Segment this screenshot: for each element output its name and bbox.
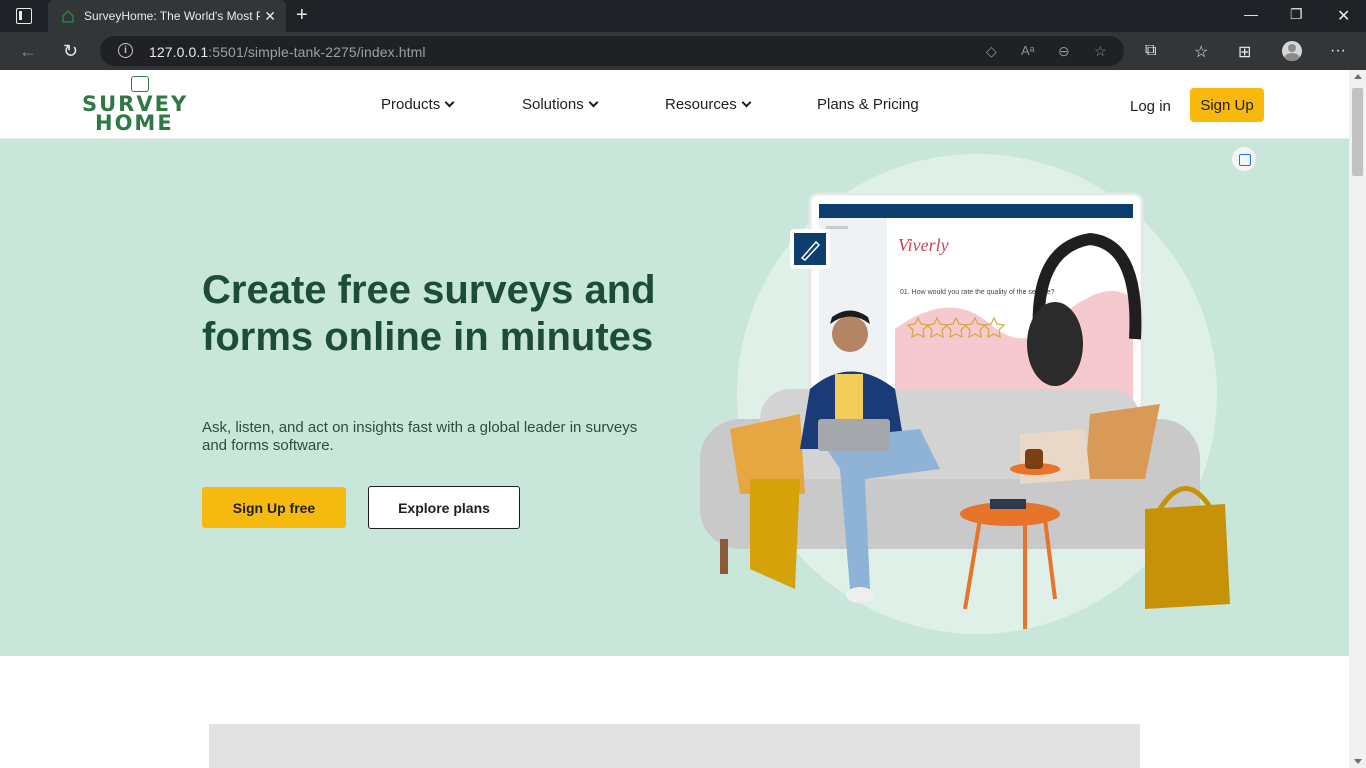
page-scrollbar[interactable] <box>1349 70 1366 768</box>
add-favorite-icon[interactable]: ☆ <box>1094 43 1107 60</box>
tab-title: SurveyHome: The World's Most P <box>84 9 260 23</box>
scroll-up-icon[interactable] <box>1354 74 1362 79</box>
explore-plans-button[interactable]: Explore plans <box>368 486 520 529</box>
signup-free-button[interactable]: Sign Up free <box>202 487 346 528</box>
hero-heading: Create free surveys and forms online in … <box>202 268 656 359</box>
url-text[interactable]: 127.0.0.1:5501/simple-tank-2275/index.ht… <box>149 44 426 60</box>
nav-products[interactable]: Products <box>381 96 455 113</box>
site-favicon-icon <box>60 8 76 24</box>
chevron-down-icon <box>588 97 599 108</box>
restore-icon[interactable]: ❐ <box>1290 6 1303 23</box>
extensions-icon[interactable]: ⧉ <box>1145 42 1156 60</box>
signup-button[interactable]: Sign Up <box>1190 88 1264 122</box>
mock-question: 01. How would you rate the quality of th… <box>900 289 1055 296</box>
browser-tab-active[interactable]: SurveyHome: The World's Most P ✕ <box>48 0 286 32</box>
browser-tab-bar: SurveyHome: The World's Most P ✕ + — ❐ ✕ <box>0 0 1366 32</box>
site-header: SURVEY HOME Products Solutions Resources… <box>0 70 1349 139</box>
content-placeholder <box>209 724 1140 768</box>
tab-actions-icon[interactable] <box>16 8 32 24</box>
read-aloud-icon[interactable]: A͏ᵃ <box>1021 43 1035 58</box>
reload-icon[interactable]: ↻ <box>63 41 78 62</box>
surveyhome-logo[interactable]: SURVEY HOME <box>82 76 186 135</box>
favorites-icon[interactable]: ☆ <box>1194 42 1208 62</box>
nav-solutions[interactable]: Solutions <box>522 96 599 113</box>
hero-section: Create free surveys and forms online in … <box>0 139 1349 656</box>
hero-subheading: Ask, listen, and act on insights fast wi… <box>202 419 638 454</box>
address-bar[interactable]: i 127.0.0.1:5501/simple-tank-2275/index.… <box>100 36 1124 66</box>
scroll-thumb[interactable] <box>1352 88 1363 176</box>
minimize-icon[interactable]: — <box>1244 6 1258 22</box>
login-link[interactable]: Log in <box>1130 98 1171 115</box>
window-close-icon[interactable]: ✕ <box>1337 6 1350 26</box>
chevron-down-icon <box>444 97 455 108</box>
browser-toolbar: ← ↻ i 127.0.0.1:5501/simple-tank-2275/in… <box>0 32 1366 70</box>
tab-close-icon[interactable]: ✕ <box>264 8 276 25</box>
back-icon[interactable]: ← <box>19 41 37 62</box>
nav-plans-pricing[interactable]: Plans & Pricing <box>817 96 919 113</box>
mock-brand: Viverly <box>898 235 949 255</box>
chevron-down-icon <box>741 97 752 108</box>
profile-avatar[interactable] <box>1282 41 1302 61</box>
zoom-icon[interactable]: ⊖ <box>1058 43 1070 60</box>
page-viewport: SURVEY HOME Products Solutions Resources… <box>0 70 1349 768</box>
logo-house-icon <box>131 76 149 92</box>
site-info-icon[interactable]: i <box>118 43 133 58</box>
collections-icon[interactable]: ⊞ <box>1238 42 1251 62</box>
scroll-down-icon[interactable] <box>1354 759 1362 764</box>
more-menu-icon[interactable]: ··· <box>1330 42 1346 60</box>
tag-icon[interactable]: ◇ <box>986 43 997 60</box>
nav-resources[interactable]: Resources <box>665 96 752 113</box>
new-tab-icon[interactable]: + <box>296 4 308 27</box>
hero-illustration: Viverly 01. How would you rate the quali… <box>700 154 1230 634</box>
